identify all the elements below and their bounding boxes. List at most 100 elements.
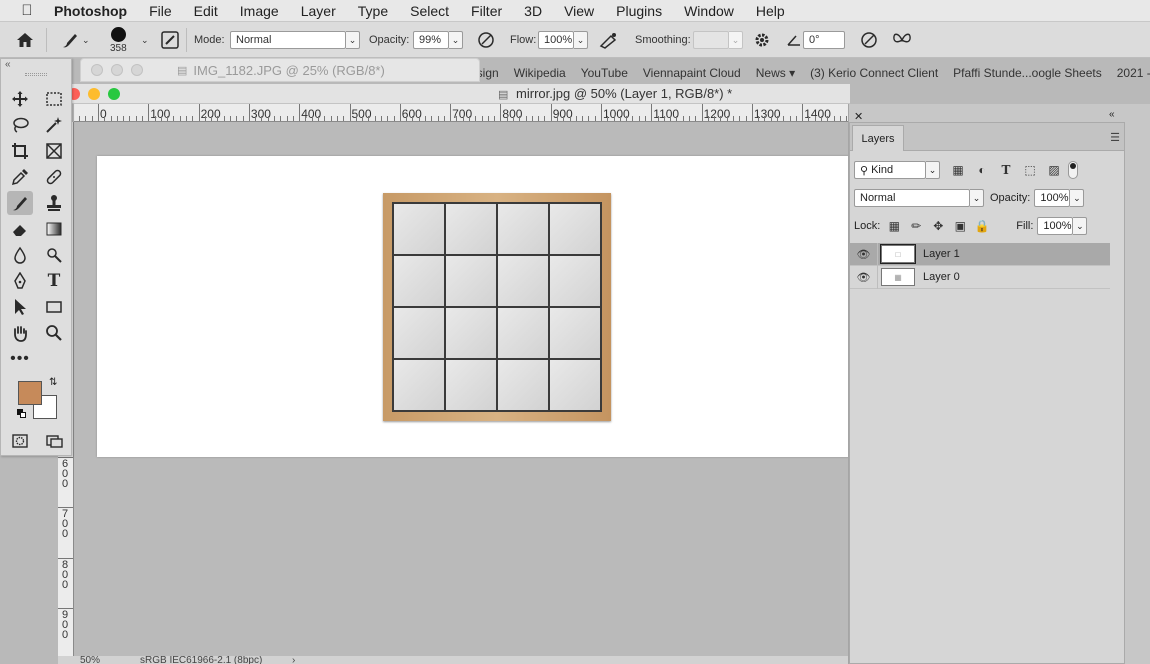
menu-type[interactable]: Type bbox=[347, 3, 399, 19]
tab-layers[interactable]: Layers bbox=[852, 125, 904, 151]
filter-adjustment-layers-icon[interactable]: ◐ bbox=[974, 162, 990, 178]
symmetry-butterfly-icon[interactable] bbox=[892, 22, 912, 58]
visibility-eye-icon[interactable]: 👁 bbox=[850, 242, 878, 266]
menu-edit[interactable]: Edit bbox=[183, 3, 229, 19]
brush-settings-panel-icon[interactable] bbox=[161, 22, 179, 58]
blend-mode-dropdown-icon[interactable]: ⌄ bbox=[970, 189, 984, 207]
opacity-dropdown-icon[interactable]: ⌄ bbox=[449, 31, 463, 49]
filter-kind-select[interactable]: ⚲ Kind bbox=[854, 161, 926, 179]
magic-wand-tool-icon[interactable] bbox=[41, 113, 67, 137]
filter-shape-layers-icon[interactable]: ⬚ bbox=[1022, 162, 1038, 178]
flow-input[interactable]: 100% bbox=[538, 31, 574, 49]
toolbar-grip[interactable] bbox=[25, 73, 47, 76]
bookmark-item[interactable]: YouTube bbox=[581, 66, 628, 80]
home-icon[interactable] bbox=[16, 22, 34, 58]
collapse-panels-icon[interactable]: « bbox=[1109, 109, 1115, 120]
status-menu-arrow-icon[interactable]: › bbox=[292, 656, 295, 664]
menu-image[interactable]: Image bbox=[229, 3, 290, 19]
frame-tool-icon[interactable] bbox=[41, 139, 67, 163]
menu-view[interactable]: View bbox=[553, 3, 605, 19]
layer-row[interactable]: 👁 □ Layer 1 bbox=[850, 242, 1110, 266]
type-tool-icon[interactable]: T bbox=[41, 269, 67, 293]
gradient-tool-icon[interactable] bbox=[41, 217, 67, 241]
bookmark-item[interactable]: (3) Kerio Connect Client bbox=[810, 66, 938, 80]
menu-window[interactable]: Window bbox=[673, 3, 745, 19]
panel-menu-icon[interactable]: ☰ bbox=[1110, 131, 1120, 144]
menu-plugins[interactable]: Plugins bbox=[605, 3, 673, 19]
bookmark-item[interactable]: News ▾ bbox=[756, 66, 795, 80]
document-canvas[interactable] bbox=[97, 156, 850, 457]
bookmark-item[interactable]: 2021 - bbox=[1117, 66, 1150, 80]
zoom-icon[interactable] bbox=[131, 64, 143, 76]
lock-position-icon[interactable]: ✥ bbox=[930, 218, 946, 234]
smoothing-settings-gear-icon[interactable] bbox=[753, 22, 771, 58]
rectangle-tool-icon[interactable] bbox=[41, 295, 67, 319]
layer-row[interactable]: 👁 ▦ Layer 0 bbox=[850, 265, 1110, 289]
airbrush-icon[interactable] bbox=[599, 22, 619, 58]
menu-3d[interactable]: 3D bbox=[513, 3, 553, 19]
bookmark-item[interactable]: Wikipedia bbox=[514, 66, 566, 80]
collapse-toolbar-icon[interactable]: « bbox=[5, 59, 11, 70]
path-selection-tool-icon[interactable] bbox=[7, 295, 33, 319]
layer-opacity-dropdown-icon[interactable]: ⌄ bbox=[1070, 189, 1085, 207]
fill-dropdown-icon[interactable]: ⌄ bbox=[1073, 217, 1088, 235]
canvas-area[interactable] bbox=[74, 122, 850, 656]
bookmark-item[interactable]: Pfaffi Stunde...oogle Sheets bbox=[953, 66, 1102, 80]
lock-all-icon[interactable]: 🔒 bbox=[974, 218, 990, 234]
eyedropper-tool-icon[interactable] bbox=[7, 165, 33, 189]
zoom-window-icon[interactable] bbox=[108, 87, 120, 100]
background-document-window[interactable]: ▤ IMG_1182.JPG @ 25% (RGB/8*) bbox=[80, 58, 480, 82]
fill-input[interactable]: 100% bbox=[1037, 217, 1074, 235]
angle-input[interactable]: 0° bbox=[803, 31, 845, 49]
opacity-input[interactable]: 99% bbox=[413, 31, 449, 49]
menu-layer[interactable]: Layer bbox=[290, 3, 347, 19]
clone-stamp-tool-icon[interactable] bbox=[41, 191, 67, 215]
brush-tool-icon[interactable] bbox=[7, 191, 33, 215]
menu-filter[interactable]: Filter bbox=[460, 3, 513, 19]
dodge-tool-icon[interactable] bbox=[41, 243, 67, 267]
healing-brush-tool-icon[interactable] bbox=[41, 165, 67, 189]
filter-smart-objects-icon[interactable]: ▨ bbox=[1046, 162, 1062, 178]
brush-size-dropdown-icon[interactable]: ⌄ bbox=[141, 22, 149, 58]
filter-pixel-layers-icon[interactable]: ▦ bbox=[950, 162, 966, 178]
pressure-size-icon[interactable] bbox=[860, 22, 878, 58]
lock-artboard-icon[interactable]: ▣ bbox=[952, 218, 968, 234]
eraser-tool-icon[interactable] bbox=[7, 217, 33, 241]
filter-type-layers-icon[interactable]: T bbox=[998, 162, 1014, 178]
smoothing-input[interactable] bbox=[693, 31, 729, 49]
quick-mask-icon[interactable] bbox=[7, 429, 33, 453]
app-menu[interactable]: Photoshop bbox=[54, 3, 138, 19]
move-tool-icon[interactable] bbox=[7, 87, 33, 111]
layer-opacity-input[interactable]: 100% bbox=[1034, 189, 1071, 207]
lasso-tool-icon[interactable] bbox=[7, 113, 33, 137]
menu-file[interactable]: File bbox=[138, 3, 183, 19]
apple-menu-icon[interactable]:  bbox=[0, 2, 54, 19]
zoom-level[interactable]: 50% bbox=[80, 656, 100, 664]
filter-kind-dropdown-icon[interactable]: ⌄ bbox=[926, 161, 940, 179]
menu-select[interactable]: Select bbox=[399, 3, 460, 19]
lock-transparent-pixels-icon[interactable]: ▦ bbox=[886, 218, 902, 234]
crop-tool-icon[interactable] bbox=[7, 139, 33, 163]
edit-toolbar-more-icon[interactable]: ••• bbox=[7, 347, 33, 371]
bookmark-item[interactable]: Viennapaint Cloud bbox=[643, 66, 741, 80]
layer-name[interactable]: Layer 0 bbox=[923, 271, 960, 283]
smoothing-dropdown-icon[interactable]: ⌄ bbox=[729, 31, 743, 49]
blur-tool-icon[interactable] bbox=[7, 243, 33, 267]
menu-help[interactable]: Help bbox=[745, 3, 796, 19]
mode-dropdown-icon[interactable]: ⌄ bbox=[346, 31, 360, 49]
brush-size-picker[interactable]: 358 bbox=[110, 22, 127, 58]
flow-dropdown-icon[interactable]: ⌄ bbox=[574, 31, 588, 49]
screen-mode-icon[interactable] bbox=[41, 429, 67, 453]
marquee-tool-icon[interactable] bbox=[41, 87, 67, 111]
minimize-window-icon[interactable] bbox=[88, 87, 100, 100]
pen-tool-icon[interactable] bbox=[7, 269, 33, 293]
swap-colors-icon[interactable]: ⇅ bbox=[49, 377, 57, 388]
document-title-bar[interactable]: ▤ mirror.jpg @ 50% (Layer 1, RGB/8*) * bbox=[64, 84, 850, 104]
horizontal-ruler[interactable]: 0 100 200 300 400 500 600 700 800 900 1000 1100 1200… bbox=[74, 104, 850, 122]
blend-mode-select[interactable]: Normal bbox=[854, 189, 970, 207]
pressure-opacity-icon[interactable] bbox=[477, 22, 495, 58]
hand-tool-icon[interactable] bbox=[7, 321, 33, 345]
close-icon[interactable] bbox=[91, 64, 103, 76]
zoom-tool-icon[interactable] bbox=[41, 321, 67, 345]
minimize-icon[interactable] bbox=[111, 64, 123, 76]
